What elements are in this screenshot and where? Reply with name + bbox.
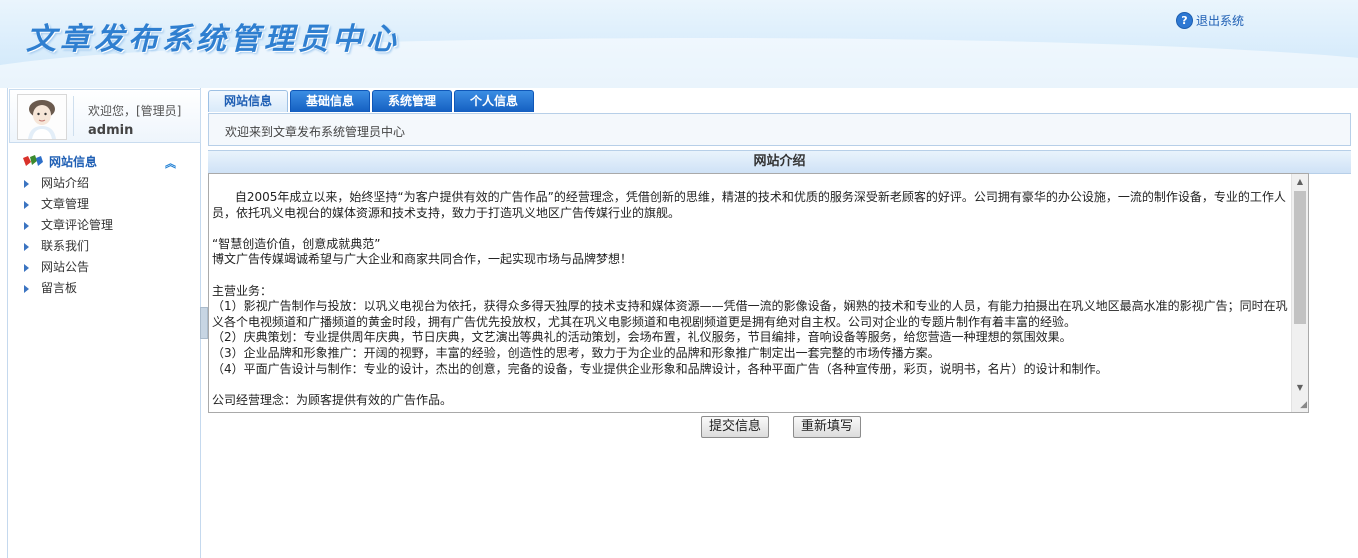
sidebar-item-label: 联系我们 [41,239,90,253]
arrow-right-icon [24,200,29,209]
submit-button[interactable]: 提交信息 [701,416,770,438]
sidebar-resize-handle[interactable] [200,307,208,339]
tab-personal-info[interactable]: 个人信息 [454,90,535,112]
tab-system-management[interactable]: 系统管理 [372,90,453,112]
avatar [17,94,67,140]
tab-basic-info[interactable]: 基础信息 [290,90,371,112]
sidebar: 欢迎您，[管理员] admin 网站信息 ︽ 网站介绍 文章管理 文章评论管理 … [7,88,201,558]
menu-section-header[interactable]: 网站信息 ︽ [22,152,176,170]
tab-bar: 网站信息 基础信息 系统管理 个人信息 [208,90,536,113]
scroll-thumb[interactable] [1294,191,1306,324]
logout-link[interactable]: ? 退出系统 [1176,12,1244,29]
resize-grip-icon[interactable]: ◢ [1295,399,1307,411]
sidebar-menu: 网站介绍 文章管理 文章评论管理 联系我们 网站公告 留言板 [22,173,113,299]
tab-site-info[interactable]: 网站信息 [208,90,289,112]
help-icon: ? [1176,12,1193,29]
user-divider [73,96,74,136]
sidebar-item-label: 留言板 [41,281,78,295]
app-title: 文章发布系统管理员中心 [26,22,400,57]
sidebar-item-articles[interactable]: 文章管理 [22,194,113,215]
sidebar-item-guestbook[interactable]: 留言板 [22,278,113,299]
logout-label: 退出系统 [1196,14,1245,28]
section-logo-icon [23,155,43,166]
scroll-down-icon[interactable]: ▼ [1292,380,1308,396]
sidebar-item-comments[interactable]: 文章评论管理 [22,215,113,236]
reset-button[interactable]: 重新填写 [793,416,862,438]
sidebar-item-label: 文章管理 [41,197,90,211]
welcome-label: 欢迎您，[管理员] [88,104,182,118]
arrow-right-icon [24,284,29,293]
welcome-bar: 欢迎来到文章发布系统管理员中心 [208,113,1351,146]
username: admin [88,123,134,138]
collapse-icon[interactable]: ︽ [165,155,176,171]
menu-section-title: 网站信息 [49,154,98,169]
sidebar-item-label: 网站介绍 [41,176,90,190]
arrow-right-icon [24,179,29,188]
arrow-right-icon [24,263,29,272]
welcome-message: 欢迎来到文章发布系统管理员中心 [225,125,406,139]
vertical-scrollbar[interactable]: ▲ ▼ [1291,174,1308,412]
section-title: 网站介绍 [208,150,1351,174]
sidebar-item-announcements[interactable]: 网站公告 [22,257,113,278]
textarea-content: 自2005年成立以来，始终坚持“为客户提供有效的广告作品”的经营理念，凭借创新的… [212,190,1288,407]
arrow-right-icon [24,221,29,230]
sidebar-item-contact[interactable]: 联系我们 [22,236,113,257]
sidebar-item-site-intro[interactable]: 网站介绍 [22,173,113,194]
arrow-right-icon [24,242,29,251]
content-textarea[interactable]: 自2005年成立以来，始终坚持“为客户提供有效的广告作品”的经营理念，凭借创新的… [208,173,1309,413]
sidebar-item-label: 网站公告 [41,260,90,274]
sidebar-item-label: 文章评论管理 [41,218,114,232]
scroll-up-icon[interactable]: ▲ [1292,174,1308,190]
header-banner: 文章发布系统管理员中心 ? 退出系统 [0,0,1358,88]
user-info-box: 欢迎您，[管理员] admin [9,89,201,143]
